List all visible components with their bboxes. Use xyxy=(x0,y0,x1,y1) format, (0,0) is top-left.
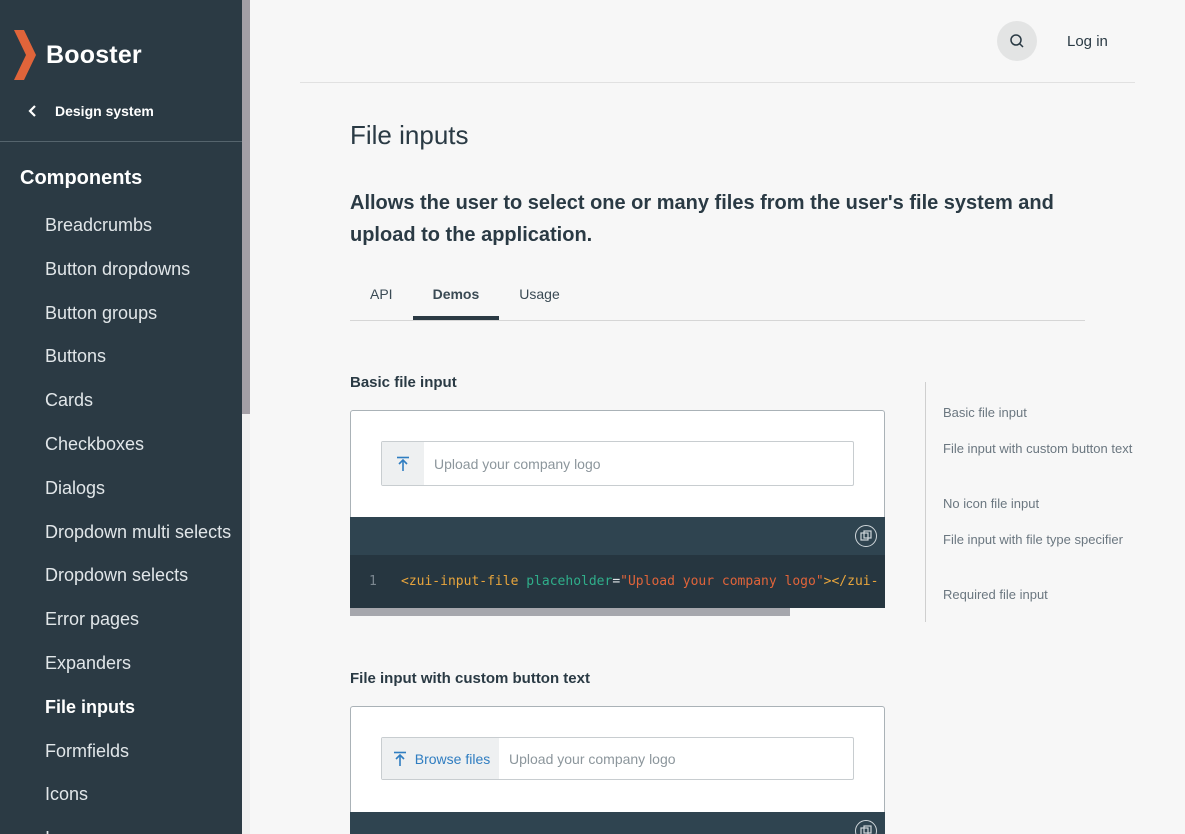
search-icon xyxy=(1010,34,1024,48)
file-input-placeholder: Upload your company logo xyxy=(434,455,601,472)
demo-title-custom-button: File input with custom button text xyxy=(350,670,590,687)
login-link[interactable]: Log in xyxy=(1067,33,1108,50)
code-block: 1 <zui-input-file placeholder="Upload you… xyxy=(350,555,885,608)
sidebar-section-title: Components xyxy=(20,167,143,189)
sidebar-item-cards[interactable]: Cards xyxy=(45,379,231,423)
header-divider xyxy=(300,82,1135,83)
copy-icon xyxy=(860,530,872,541)
demo-preview-basic: Upload your company logo xyxy=(350,410,885,517)
sidebar-item-icons[interactable]: Icons xyxy=(45,773,231,817)
search-button[interactable] xyxy=(997,21,1037,61)
tab-api[interactable]: API xyxy=(350,276,413,320)
code-string: "Upload your company logo" xyxy=(620,574,824,589)
sidebar: Booster Design system Components Breadcr… xyxy=(0,0,242,834)
toc-item-custom-button-text[interactable]: File input with custom button text xyxy=(943,439,1133,458)
sidebar-item-checkboxes[interactable]: Checkboxes xyxy=(45,423,231,467)
toc-item-basic-file-input[interactable]: Basic file input xyxy=(943,403,1133,422)
sidebar-scrollbar-track[interactable] xyxy=(242,414,250,834)
code-open-tag: <zui-input-file xyxy=(401,574,519,589)
sidebar-item-button-dropdowns[interactable]: Button dropdowns xyxy=(45,248,231,292)
tab-usage[interactable]: Usage xyxy=(499,276,579,320)
toc-item-file-type-specifier[interactable]: File input with file type specifier xyxy=(943,530,1133,549)
upload-button[interactable] xyxy=(382,442,424,485)
page-lead: Allows the user to select one or many fi… xyxy=(350,192,1054,246)
sidebar-item-dialogs[interactable]: Dialogs xyxy=(45,467,231,511)
browse-files-label: Browse files xyxy=(414,750,491,767)
toc-item-no-icon[interactable]: No icon file input xyxy=(943,494,1133,513)
code-eq: = xyxy=(612,574,621,589)
sidebar-item-dropdown-selects[interactable]: Dropdown selects xyxy=(45,554,231,598)
sidebar-item-error-pages[interactable]: Error pages xyxy=(45,598,231,642)
code-close: ></zui- xyxy=(823,574,879,589)
toc-item-required[interactable]: Required file input xyxy=(943,585,1133,604)
sidebar-item-expanders[interactable]: Expanders xyxy=(45,642,231,686)
line-number: 1 xyxy=(369,574,377,589)
sidebar-item-partial[interactable]: I... xyxy=(45,817,231,834)
demo-title-basic: Basic file input xyxy=(350,374,457,391)
copy-code-button[interactable] xyxy=(855,820,877,834)
table-of-contents: Basic file input File input with custom … xyxy=(925,382,1135,622)
code-scrollbar[interactable] xyxy=(350,608,790,616)
brand-name: Booster xyxy=(46,40,142,69)
sidebar-item-button-groups[interactable]: Button groups xyxy=(45,292,231,336)
sidebar-divider xyxy=(0,141,242,142)
sidebar-nav: Breadcrumbs Button dropdowns Button grou… xyxy=(45,204,231,834)
sidebar-scrollbar-thumb[interactable] xyxy=(242,0,250,414)
file-input-placeholder: Upload your company logo xyxy=(509,750,676,767)
code-toolbar xyxy=(350,812,885,834)
back-to-design-system-link[interactable]: Design system xyxy=(26,103,154,119)
code-line: 1 <zui-input-file placeholder="Upload you… xyxy=(369,574,878,589)
file-input-basic[interactable]: Upload your company logo xyxy=(381,441,854,486)
booster-logo-icon xyxy=(14,30,36,80)
back-link-label: Design system xyxy=(55,103,154,119)
demo-preview-custom-button: Browse files Upload your company logo xyxy=(350,706,885,812)
tabs: API Demos Usage xyxy=(350,276,1085,321)
upload-icon xyxy=(397,456,409,471)
tab-demos[interactable]: Demos xyxy=(412,276,500,320)
code-toolbar xyxy=(350,517,885,555)
sidebar-item-breadcrumbs[interactable]: Breadcrumbs xyxy=(45,204,231,248)
sidebar-item-file-inputs[interactable]: File inputs xyxy=(45,686,231,730)
copy-code-button[interactable] xyxy=(855,525,877,547)
sidebar-item-formfields[interactable]: Formfields xyxy=(45,730,231,774)
copy-icon xyxy=(860,825,872,834)
sidebar-item-dropdown-multi-selects[interactable]: Dropdown multi selects xyxy=(45,511,231,555)
brand-logo[interactable]: Booster xyxy=(14,29,142,81)
browse-files-button[interactable]: Browse files xyxy=(382,738,499,779)
file-input-custom-button[interactable]: Browse files Upload your company logo xyxy=(381,737,854,780)
page-title: File inputs xyxy=(350,120,469,150)
sidebar-item-buttons[interactable]: Buttons xyxy=(45,335,231,379)
code-attr: placeholder xyxy=(526,574,613,589)
upload-icon xyxy=(393,751,406,766)
chevron-left-icon xyxy=(28,105,36,117)
